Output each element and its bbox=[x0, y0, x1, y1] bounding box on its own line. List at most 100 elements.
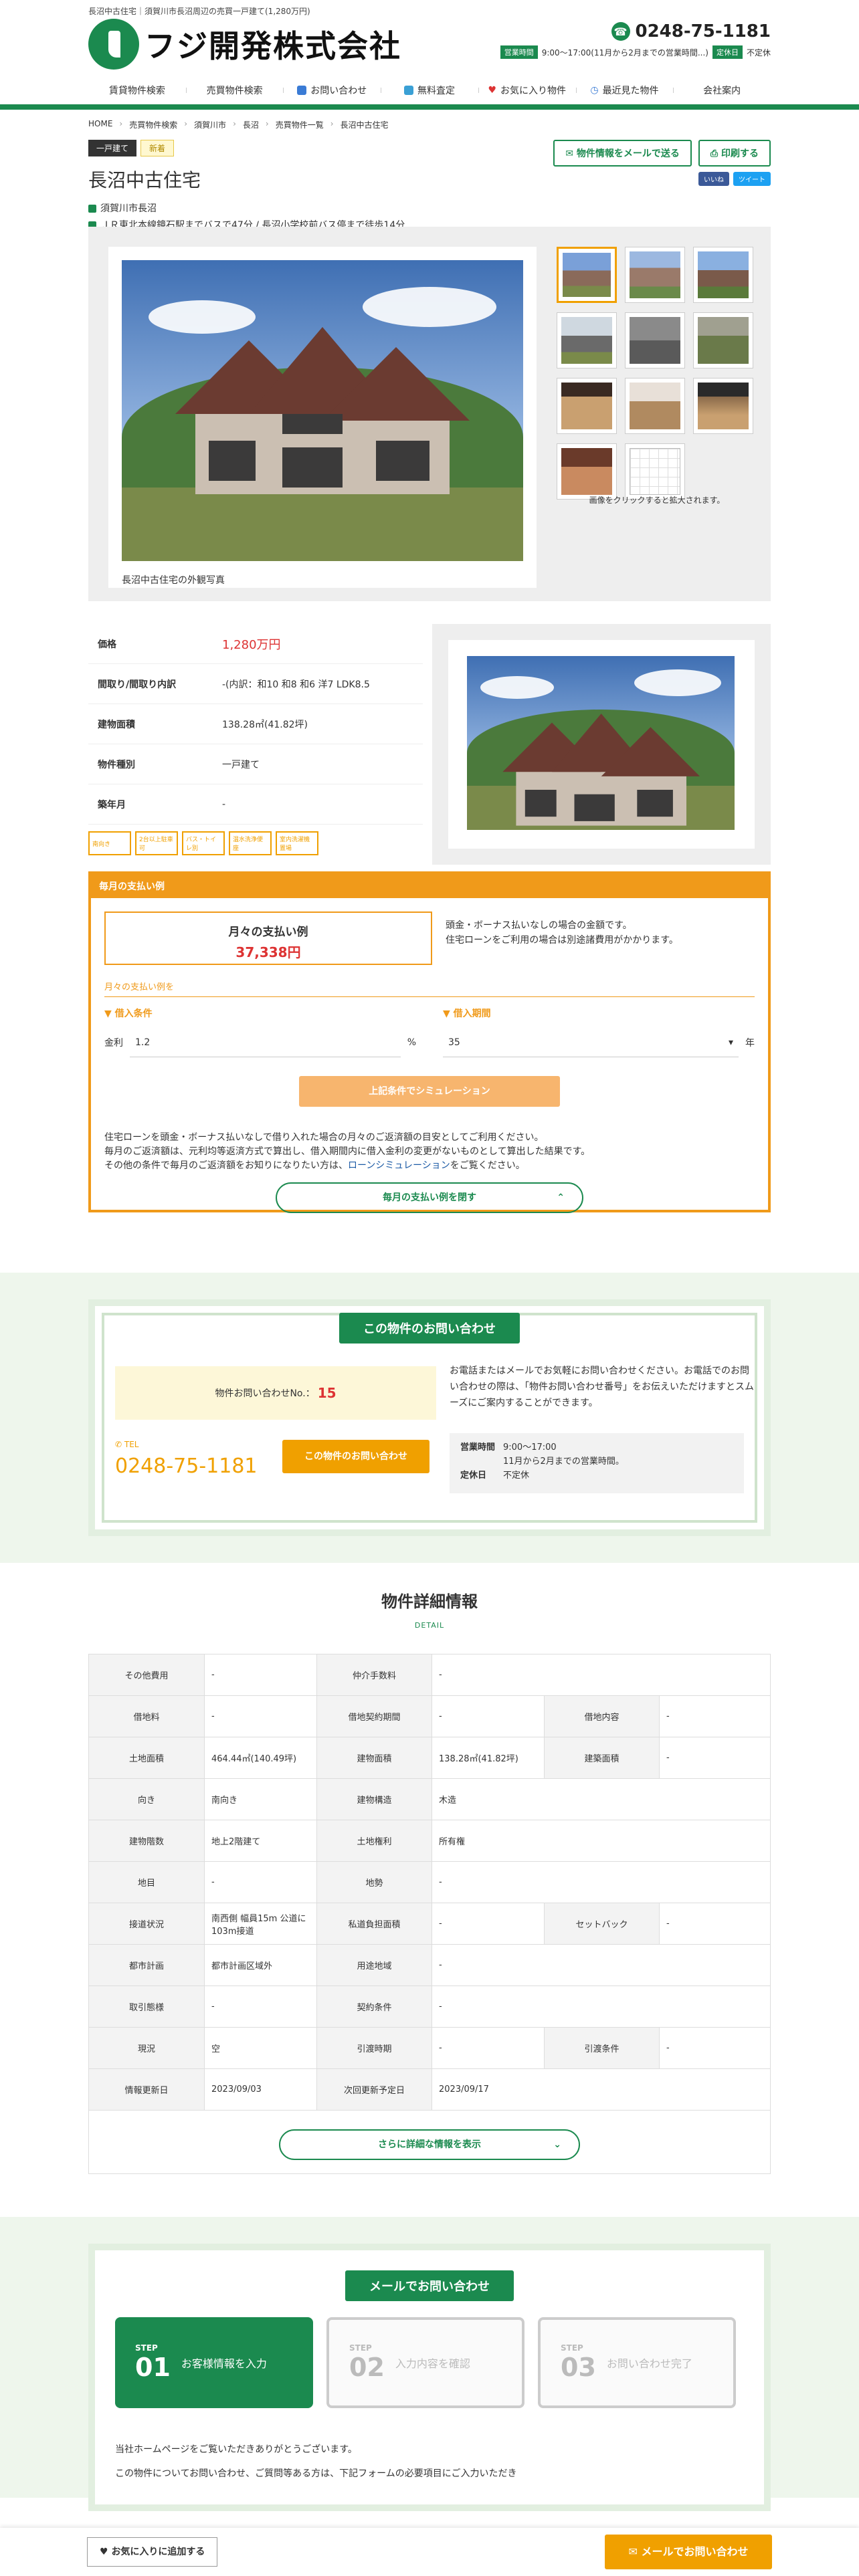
spec-section: 価格 1,280万円 間取り/間取り内訳 -(内訳：和10 和8 和6 洋7 LDK… bbox=[88, 624, 771, 865]
nav-company[interactable]: 会社案内 bbox=[673, 84, 771, 97]
nav-favorites[interactable]: ♥ お気に入り物件 bbox=[478, 84, 576, 97]
payment-result: 月々の支払い例 37,338円 bbox=[104, 911, 432, 965]
nav-rental-search[interactable]: 賃貸物件検索 bbox=[88, 84, 186, 97]
detail-value: 464.44㎡(140.49坪) bbox=[204, 1737, 316, 1778]
print-button[interactable]: ⎙ 印刷する bbox=[698, 140, 771, 167]
spec-key: 築年月 bbox=[98, 799, 126, 811]
contact-tel[interactable]: 0248-75-1181 bbox=[115, 1455, 258, 1478]
spec-row: 建物面積 138.28㎡(41.82坪) bbox=[88, 704, 423, 744]
thumbnail[interactable] bbox=[557, 247, 617, 303]
header-tel[interactable]: 0248-75-1181 bbox=[636, 21, 771, 41]
property-inquiry-button[interactable]: この物件のお問い合わせ bbox=[282, 1440, 430, 1473]
breadcrumb-current: 長沼中古住宅 bbox=[340, 120, 389, 130]
breadcrumb-item[interactable]: 長沼 bbox=[243, 119, 259, 130]
mail-info-label: 物件情報をメールで送る bbox=[576, 148, 680, 159]
breadcrumb-item[interactable]: 須賀川市 bbox=[194, 119, 226, 130]
breadcrumb-item[interactable]: 売買物件一覧 bbox=[276, 119, 324, 130]
envelope-icon: ✉ bbox=[628, 2545, 642, 2558]
step-3: STEP 03 お問い合わせ完了 bbox=[538, 2317, 736, 2408]
rate-label: 金利 bbox=[104, 1038, 123, 1049]
breadcrumb-item[interactable]: 売買物件検索 bbox=[129, 119, 177, 130]
toggle-label: 毎月の支払い例を閉す bbox=[383, 1192, 476, 1203]
mail-inquiry-button[interactable]: ✉ メールでお問い合わせ bbox=[605, 2535, 772, 2569]
contact-section: この物件のお問い合わせ 物件お問い合わせNo.： 15 お電話またはメールでお気軽… bbox=[0, 1273, 859, 1563]
detail-key: 建物面積 bbox=[316, 1737, 432, 1778]
spec-value: 138.28㎡(41.82坪) bbox=[222, 719, 308, 730]
thumbnail[interactable] bbox=[693, 247, 753, 303]
detail-value: 南西側 幅員15m 公道に103m接道 bbox=[204, 1903, 316, 1944]
inquiry-label: 物件お問い合わせNo.： bbox=[215, 1388, 315, 1399]
thumbnail-grid bbox=[557, 247, 757, 500]
thumbnail[interactable] bbox=[557, 312, 617, 368]
printer-icon: ⎙ bbox=[710, 148, 721, 159]
payment-amount: 37,338円 bbox=[235, 944, 301, 960]
add-favorite-button[interactable]: ♥ お気に入りに追加する bbox=[87, 2537, 218, 2567]
detail-key: 仲介手数料 bbox=[316, 1654, 432, 1695]
detail-value: 2023/09/03 bbox=[204, 2069, 316, 2110]
thumbnail[interactable] bbox=[557, 443, 617, 500]
tweet-button[interactable]: ツイート bbox=[733, 172, 771, 186]
mail-info-button[interactable]: ✉ 物件情報をメールで送る bbox=[553, 140, 692, 167]
breadcrumb-item[interactable]: HOME bbox=[88, 119, 112, 130]
company-logo[interactable]: フジ開発株式会社 bbox=[88, 19, 401, 70]
bath-toilet-icon: バス・トイレ別 bbox=[182, 831, 225, 855]
spec-value: - bbox=[222, 798, 226, 810]
chevron-right-icon: › bbox=[184, 119, 188, 128]
detail-value: - bbox=[204, 1654, 316, 1695]
detail-key: 向き bbox=[89, 1779, 204, 1820]
detail-value: - bbox=[432, 1862, 771, 1903]
step-number: 02 bbox=[349, 2353, 385, 2382]
simulate-button[interactable]: 上記条件でシミュレーション bbox=[299, 1076, 560, 1107]
thumbnail[interactable] bbox=[557, 378, 617, 434]
detail-row: 都市計画 都市計画区域外 用途地域 - bbox=[89, 1945, 770, 1986]
detail-value: 所有権 bbox=[432, 1820, 771, 1861]
spec-table: 価格 1,280万円 間取り/間取り内訳 -(内訳：和10 和8 和6 洋7 LDK… bbox=[88, 624, 423, 855]
thumbnail[interactable] bbox=[625, 378, 685, 434]
washer-icon: 室内洗濯機置場 bbox=[276, 831, 318, 855]
detail-value: 地上2階建て bbox=[204, 1820, 316, 1861]
nav-contact[interactable]: お問い合わせ bbox=[283, 84, 381, 97]
inquiry-number: 15 bbox=[317, 1385, 337, 1401]
detail-row: 地目 - 地勢 - bbox=[89, 1862, 770, 1903]
form-steps: STEP 01 お客様情報を入力 STEP 02 入力内容を確認 STEP 03 お問い合わ… bbox=[115, 2317, 736, 2408]
global-nav: 賃貸物件検索 売買物件検索 お問い合わせ 無料査定 ♥ お気に入り物件 ◷ 最近見た… bbox=[88, 76, 771, 110]
thumbnail[interactable] bbox=[625, 247, 685, 303]
tel-label: TEL bbox=[124, 1440, 139, 1449]
detail-key: 建物構造 bbox=[316, 1779, 432, 1820]
phone-icon: ☎ bbox=[611, 22, 630, 41]
nav-label: 会社案内 bbox=[703, 86, 741, 96]
logo-text: フジ開発株式会社 bbox=[145, 28, 401, 64]
detail-row: その他費用 - 仲介手数料 - bbox=[89, 1654, 770, 1696]
thumbnail[interactable] bbox=[693, 312, 753, 368]
floorplan-thumbnail[interactable] bbox=[625, 443, 685, 500]
mail-label: メールでお問い合わせ bbox=[641, 2545, 749, 2558]
nav-assessment[interactable]: 無料査定 bbox=[381, 84, 478, 97]
chevron-right-icon: › bbox=[330, 119, 334, 128]
detail-value: - bbox=[432, 1986, 771, 2027]
header-contact: ☎ 0248-75-1181 営業時間 9:00～17:00(11月から2月までの… bbox=[500, 21, 771, 59]
nav-recent[interactable]: ◷ 最近見た物件 bbox=[575, 84, 674, 97]
more-details-button[interactable]: さらに詳細な情報を表示 ⌄ bbox=[279, 2129, 580, 2160]
payment-head: 毎月の支払い例 bbox=[91, 874, 768, 898]
payment-toggle-button[interactable]: 毎月の支払い例を閉す ⌃ bbox=[276, 1182, 583, 1213]
loan-sim-link[interactable]: ローンシミュレーション bbox=[348, 1160, 450, 1171]
main-photo-card: 長沼中古住宅の外観写真 bbox=[108, 247, 537, 588]
detail-value: - bbox=[204, 1696, 316, 1737]
step-number: 01 bbox=[135, 2353, 171, 2382]
nav-label: 賃貸物件検索 bbox=[108, 86, 165, 96]
detail-value: - bbox=[204, 1986, 316, 2027]
thumbnail[interactable] bbox=[693, 378, 753, 434]
main-house-photo[interactable] bbox=[122, 260, 523, 561]
thumbnail[interactable] bbox=[625, 312, 685, 368]
term-select[interactable]: 35 ▾ bbox=[443, 1028, 739, 1057]
nav-sale-search[interactable]: 売買物件検索 bbox=[185, 84, 284, 97]
price-value: 1,280万円 bbox=[222, 637, 281, 652]
feature-icons: 南向き 2台以上駐車可 バス・トイレ別 温水洗浄便座 室内洗濯機置場 bbox=[88, 831, 423, 855]
detail-key: 都市計画 bbox=[89, 1945, 204, 1985]
rate-input[interactable]: 1.2 bbox=[130, 1028, 401, 1057]
step-1: STEP 01 お客様情報を入力 bbox=[115, 2317, 313, 2408]
term-unit: 年 bbox=[745, 1038, 755, 1049]
facebook-like-button[interactable]: いいね bbox=[698, 172, 729, 186]
mail-heading: メールでお問い合わせ bbox=[345, 2270, 514, 2301]
photo-caption: 長沼中古住宅の外観写真 bbox=[122, 575, 225, 586]
